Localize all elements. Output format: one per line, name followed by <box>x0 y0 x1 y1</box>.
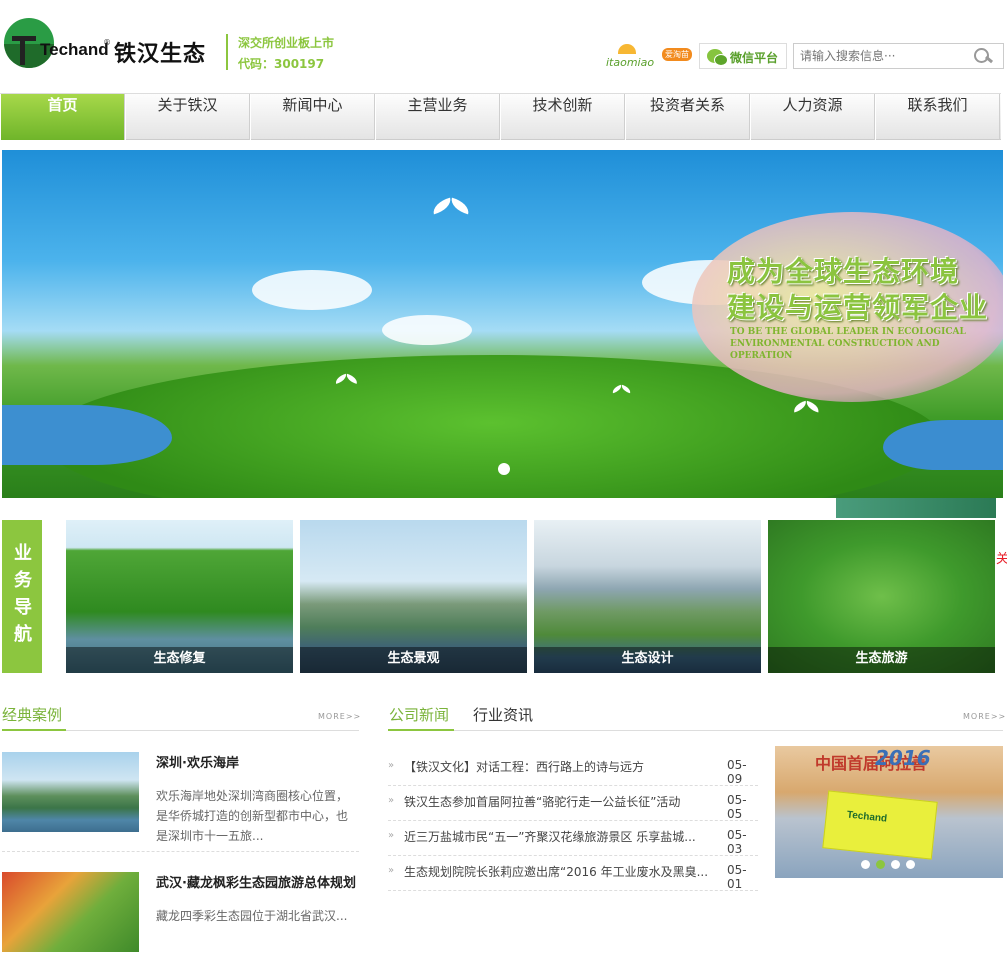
dove-icon <box>432 200 472 216</box>
logo-text-cn: 铁汉生态 <box>114 41 207 67</box>
chevron-right-icon: » <box>388 795 395 806</box>
cloud <box>382 315 472 345</box>
itaomiao-link[interactable]: itaomiao 爱淘苗 <box>606 44 692 70</box>
case-description: 藏龙四季彩生态园位于湖北省武汉... <box>156 909 348 923</box>
itaomiao-label: itaomiao <box>606 56 655 69</box>
flag-logo-text: Techand <box>846 809 888 825</box>
sun-icon <box>618 44 636 54</box>
nav-item-hr[interactable]: 人力资源 <box>750 94 875 140</box>
news-title[interactable]: 近三万盐城市民“五一”齐聚汉花缘旅游景区 乐享盐城... <box>404 828 709 845</box>
wechat-label: 微信平台 <box>730 51 779 65</box>
dove-icon <box>335 375 359 385</box>
stock-code-text: 代码：300197 <box>238 57 325 71</box>
news-title[interactable]: 生态规划院院长张莉应邀出席“2016 年工业废水及黑臭... <box>404 863 709 880</box>
cloud <box>252 270 372 310</box>
chevron-right-icon: » <box>388 865 395 876</box>
card-caption: 生态景观 <box>300 647 527 673</box>
news-row[interactable]: » 生态规划院院长张莉应邀出席“2016 年工业废水及黑臭... 05-01 <box>388 857 758 891</box>
case-item[interactable]: 武汉·藏龙枫彩生态园旅游总体规划 藏龙四季彩生态园位于湖北省武汉... <box>2 872 359 972</box>
case-description: 欢乐海岸地处深圳湾商圈核心位置，是华侨城打造的创新型都市中心，也是深圳市十一五旅… <box>156 789 349 843</box>
wechat-icon <box>707 49 728 66</box>
news-date: 05-01 <box>727 863 747 891</box>
pager-dot[interactable] <box>906 860 915 869</box>
side-float-bar <box>836 498 996 518</box>
divider <box>226 34 228 70</box>
news-more-link[interactable]: MORE>> <box>963 712 1006 721</box>
logo-registered-mark: ® <box>103 38 111 47</box>
nav-item-about[interactable]: 关于铁汉 <box>125 94 250 140</box>
slogan-line1: 成为全球生态环境 <box>727 255 960 288</box>
header: Techand ® 铁汉生态 深交所创业板上市 代码：300197 itaomi… <box>0 0 1007 92</box>
case-thumbnail <box>2 872 139 952</box>
river <box>883 420 1003 470</box>
photo-year: 2016 <box>875 746 931 770</box>
logo-text-en: Techand <box>40 40 109 59</box>
news-photo-slider[interactable]: 中国首届阿拉善 2016 Techand <box>775 746 1003 878</box>
news-row[interactable]: » 【铁汉文化】对话工程：西行路上的诗与远方 05-09 <box>388 752 758 786</box>
nav-item-business[interactable]: 主营业务 <box>375 94 500 140</box>
divider <box>388 730 1003 731</box>
nav-item-home[interactable]: 首页 <box>0 94 125 140</box>
title-underline <box>2 729 66 731</box>
pager-dot[interactable] <box>861 860 870 869</box>
cases-section-title[interactable]: 经典案例 <box>2 704 62 725</box>
business-nav-label-text: 业务导航 <box>14 543 32 645</box>
news-date: 05-03 <box>727 828 747 856</box>
slogan-english: To be the global leader in ecological en… <box>730 327 966 361</box>
chevron-right-icon: » <box>388 830 395 841</box>
news-date: 05-05 <box>727 793 747 821</box>
dove-icon <box>793 402 821 413</box>
tab-company-news[interactable]: 公司新闻 <box>389 704 449 725</box>
wechat-platform-button[interactable]: 微信平台 <box>699 43 787 69</box>
dove-icon <box>612 386 632 394</box>
pager-dot[interactable] <box>891 860 900 869</box>
tab-industry-news[interactable]: 行业资讯 <box>473 704 533 725</box>
business-card-restoration[interactable]: 生态修复 <box>66 520 293 673</box>
flag: Techand <box>822 790 938 860</box>
nav-item-contact[interactable]: 联系我们 <box>875 94 1000 140</box>
pager-dot-active[interactable] <box>876 860 885 869</box>
itaomiao-badge: 爱淘苗 <box>662 48 692 61</box>
title-underline <box>388 729 454 731</box>
case-item[interactable]: 深圳·欢乐海岸 欢乐海岸地处深圳湾商圈核心位置，是华侨城打造的创新型都市中心，也… <box>2 752 359 852</box>
stock-market-text: 深交所创业板上市 <box>238 36 335 50</box>
nav-item-news[interactable]: 新闻中心 <box>250 94 375 140</box>
case-title[interactable]: 深圳·欢乐海岸 <box>156 752 239 771</box>
news-row[interactable]: » 铁汉生态参加首届阿拉善“骆驼行走一公益长征”活动 05-05 <box>388 787 758 821</box>
case-title[interactable]: 武汉·藏龙枫彩生态园旅游总体规划 <box>156 872 356 891</box>
case-thumbnail <box>2 752 139 832</box>
nav-item-innovation[interactable]: 技术创新 <box>500 94 625 140</box>
card-caption: 生态修复 <box>66 647 293 673</box>
search-input[interactable] <box>794 44 964 68</box>
search-icon[interactable] <box>974 48 994 66</box>
news-date: 05-09 <box>727 758 747 786</box>
business-card-tourism[interactable]: 生态旅游 <box>768 520 995 673</box>
cases-more-link[interactable]: MORE>> <box>318 712 361 721</box>
main-nav: 首页 关于铁汉 新闻中心 主营业务 技术创新 投资者关系 人力资源 联系我们 <box>0 93 1001 140</box>
chevron-right-icon: » <box>388 760 395 771</box>
business-nav-label: 业务导航 <box>2 520 42 673</box>
card-caption: 生态设计 <box>534 647 761 673</box>
business-card-landscape[interactable]: 生态景观 <box>300 520 527 673</box>
business-card-design[interactable]: 生态设计 <box>534 520 761 673</box>
logo-t-icon <box>12 36 36 65</box>
news-row[interactable]: » 近三万盐城市民“五一”齐聚汉花缘旅游景区 乐享盐城... 05-03 <box>388 822 758 856</box>
hero-banner[interactable]: 成为全球生态环境 建设与运营领军企业 To be the global lead… <box>2 150 1003 498</box>
slogan-line2: 建设与运营领军企业 <box>727 291 989 324</box>
news-title[interactable]: 铁汉生态参加首届阿拉善“骆驼行走一公益长征”活动 <box>404 793 709 810</box>
news-title[interactable]: 【铁汉文化】对话工程：西行路上的诗与远方 <box>404 758 709 775</box>
nav-item-investors[interactable]: 投资者关系 <box>625 94 750 140</box>
logo[interactable]: Techand ® 铁汉生态 <box>4 18 214 70</box>
float-close-button[interactable]: 关 <box>996 548 1007 567</box>
search-box <box>793 43 1004 69</box>
card-caption: 生态旅游 <box>768 647 995 673</box>
photo-pager <box>861 860 915 869</box>
banner-pager-dot[interactable] <box>498 463 510 475</box>
